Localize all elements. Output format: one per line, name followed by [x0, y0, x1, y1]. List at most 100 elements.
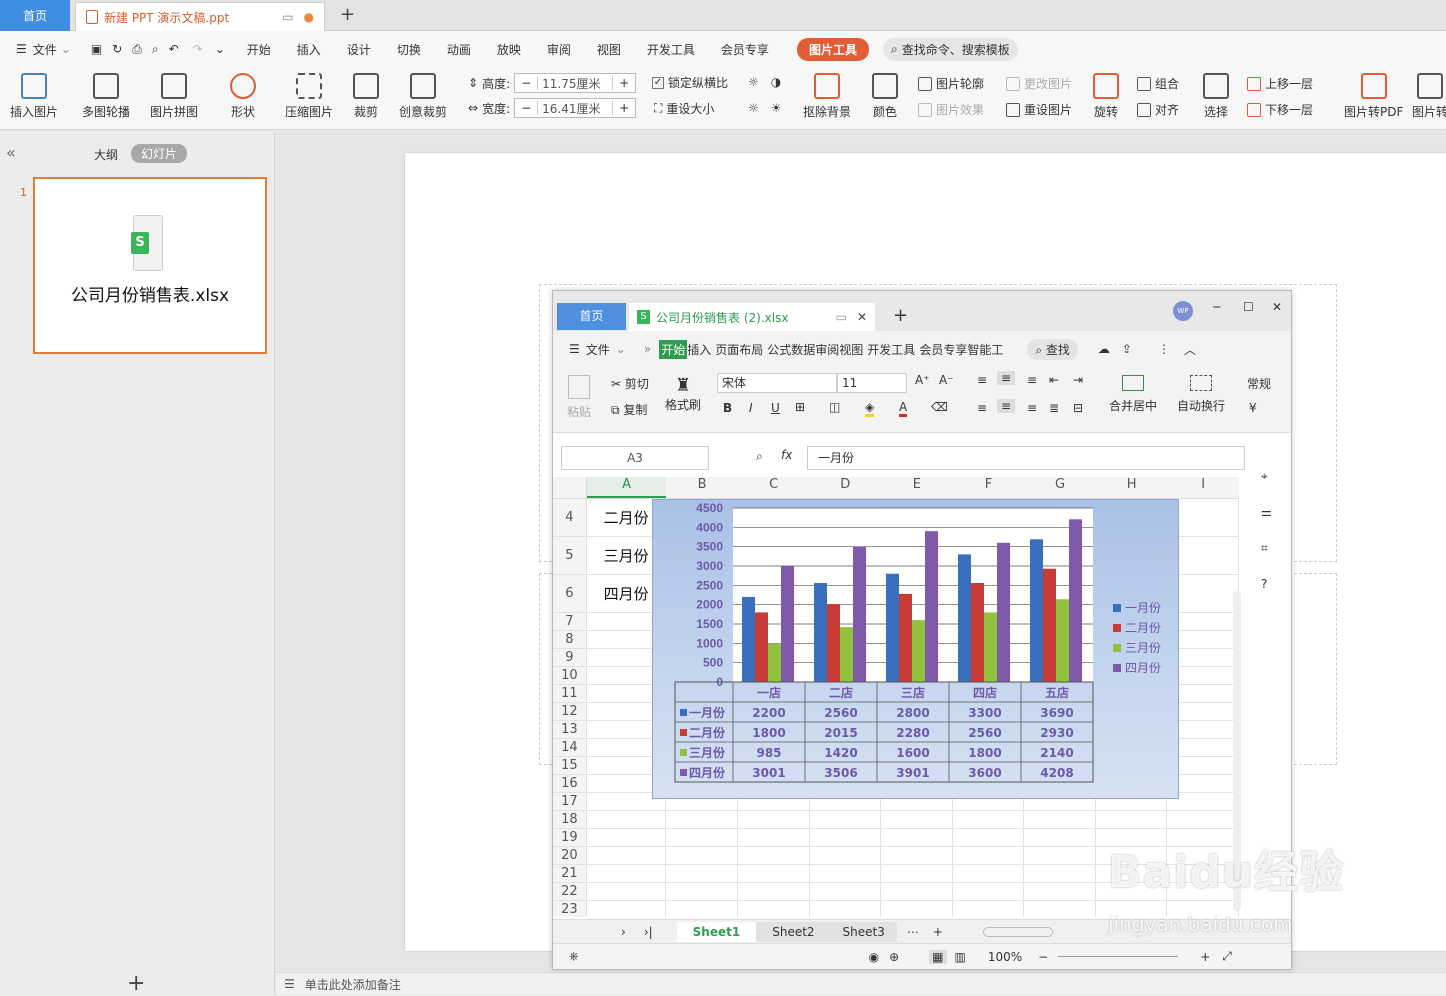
menu-file[interactable]: 文件: [33, 41, 57, 58]
cell[interactable]: [810, 865, 882, 882]
creative-crop-button[interactable]: 创意裁剪: [399, 73, 447, 120]
font-color-icon[interactable]: A: [899, 400, 908, 417]
undo-icon[interactable]: ↶: [169, 42, 179, 56]
menu-item-member[interactable]: 会员专享: [721, 41, 769, 58]
maximize-icon[interactable]: ☐: [1243, 300, 1254, 314]
excel-menu-review[interactable]: 审阅: [815, 341, 839, 358]
close-tab-icon[interactable]: ✕: [857, 310, 867, 324]
sheet-tab-1[interactable]: Sheet1: [676, 921, 757, 942]
shape-button[interactable]: 形状: [230, 73, 256, 120]
column-header-i[interactable]: I: [1167, 477, 1239, 498]
cell[interactable]: [666, 901, 738, 917]
excel-menu-file[interactable]: 文件: [586, 341, 610, 358]
cell[interactable]: [881, 847, 953, 864]
slide-thumbnail[interactable]: S 公司月份销售表.xlsx: [33, 177, 267, 354]
cell[interactable]: [666, 883, 738, 900]
align-button[interactable]: 对齐: [1137, 101, 1179, 118]
zoom-out-icon[interactable]: −: [1038, 950, 1048, 964]
minimize-icon[interactable]: ─: [1213, 300, 1220, 314]
horizontal-scrollbar[interactable]: [982, 926, 1053, 937]
sales-chart[interactable]: 4500 4000 3500 3000 2500 2000 1500 1000 500 0 一店 二店…: [652, 499, 1179, 799]
cell[interactable]: [810, 829, 882, 846]
menu-item-picture-tools[interactable]: 图片工具: [796, 37, 869, 61]
multi-carousel-button[interactable]: 多图轮播: [82, 73, 130, 120]
cell[interactable]: [953, 865, 1025, 882]
collapse-icon[interactable]: «: [6, 143, 16, 162]
cell[interactable]: [953, 811, 1025, 828]
settings-slider-icon[interactable]: ⚌: [1261, 505, 1272, 519]
picture-effect-button[interactable]: 图片效果: [918, 101, 984, 118]
bold-icon[interactable]: B: [723, 401, 732, 415]
row-header[interactable]: 20: [553, 847, 587, 864]
cell[interactable]: [738, 847, 810, 864]
cell-a[interactable]: [587, 901, 667, 917]
change-picture-button[interactable]: 更改图片: [1006, 75, 1072, 92]
cell[interactable]: [810, 883, 882, 900]
picture-to-pdf-button[interactable]: 图片转PDF: [1344, 73, 1403, 120]
cell[interactable]: [738, 865, 810, 882]
paste-button[interactable]: 粘贴: [567, 375, 591, 420]
cell[interactable]: [953, 883, 1025, 900]
send-backward-button[interactable]: 下移一层: [1247, 101, 1313, 118]
indent-icon[interactable]: ⇥: [1073, 373, 1083, 387]
more-options-icon[interactable]: ⋮: [1158, 342, 1170, 356]
cell[interactable]: [738, 883, 810, 900]
column-header-d[interactable]: D: [810, 477, 882, 498]
help-icon[interactable]: ?: [1261, 577, 1267, 591]
excel-menu-insert[interactable]: 插入: [687, 341, 711, 358]
width-stepper[interactable]: −16.41厘米 +: [514, 98, 637, 118]
row-header[interactable]: 6: [553, 575, 587, 612]
cell[interactable]: [1167, 811, 1239, 828]
cloud-icon[interactable]: ☁: [1098, 342, 1110, 356]
column-header-g[interactable]: G: [1024, 477, 1096, 498]
print-icon[interactable]: ⎙: [132, 42, 142, 57]
excel-menu-layout[interactable]: 页面布局: [715, 341, 763, 358]
export-icon[interactable]: ↻: [112, 42, 122, 56]
border-icon[interactable]: ⊞: [795, 400, 805, 414]
reset-picture-button[interactable]: 重设图片: [1006, 101, 1072, 118]
select-all-corner[interactable]: [553, 477, 587, 498]
eraser-icon[interactable]: ⌫: [931, 400, 948, 414]
row-header[interactable]: 5: [553, 537, 587, 574]
zoom-icon[interactable]: ⌕: [756, 449, 763, 464]
cell[interactable]: [666, 865, 738, 882]
layout-icon[interactable]: ⊕: [889, 950, 899, 964]
sheet-tab-3[interactable]: Sheet3: [830, 921, 897, 942]
picture-collage-button[interactable]: 图片拼图: [150, 73, 198, 120]
group-button[interactable]: 组合: [1137, 75, 1179, 92]
underline-icon[interactable]: U: [771, 401, 780, 415]
monitor-icon[interactable]: ▭: [282, 10, 293, 24]
more-sheets-icon[interactable]: ⋯: [907, 925, 919, 939]
document-tab[interactable]: 新建 PPT 演示文稿.ppt ▭ ●: [75, 2, 325, 31]
next-sheet-icon[interactable]: ›: [621, 925, 626, 939]
add-sheet-icon[interactable]: +: [933, 925, 943, 939]
cell[interactable]: [881, 901, 953, 917]
align-left-icon[interactable]: ≡: [977, 401, 987, 415]
row-header[interactable]: 17: [553, 793, 587, 810]
compress-button[interactable]: 压缩图片: [285, 73, 333, 120]
excel-new-tab-button[interactable]: +: [893, 305, 908, 326]
cell-a[interactable]: [587, 829, 667, 846]
excel-menu-member[interactable]: 会员专享: [919, 341, 967, 358]
cell-reference-box[interactable]: A3: [561, 446, 709, 470]
align-middle-icon[interactable]: ≡: [997, 371, 1016, 385]
cell[interactable]: [738, 829, 810, 846]
row-header[interactable]: 9: [553, 649, 587, 666]
column-header-e[interactable]: E: [881, 477, 953, 498]
fill-style-icon[interactable]: ◫: [829, 400, 840, 414]
remove-background-button[interactable]: 抠除背景: [803, 73, 851, 120]
outdent-icon[interactable]: ⇤: [1049, 373, 1059, 387]
cell[interactable]: [738, 811, 810, 828]
fill-color-icon[interactable]: ◈: [865, 400, 875, 417]
excel-search[interactable]: ⌕ 查找: [1027, 338, 1078, 360]
excel-menu-developer[interactable]: 开发工具: [867, 341, 915, 358]
align-top-icon[interactable]: ≡: [977, 373, 987, 387]
cell[interactable]: [738, 901, 810, 917]
collapse-ribbon-icon[interactable]: ︿: [1184, 341, 1196, 358]
fx-icon[interactable]: fx: [781, 448, 792, 462]
cell[interactable]: [881, 865, 953, 882]
cut-button[interactable]: ✂ 剪切: [611, 375, 649, 392]
plus-icon[interactable]: +: [612, 101, 635, 115]
eye-protect-icon[interactable]: ◉: [869, 950, 879, 964]
excel-menu-formula[interactable]: 公式: [767, 341, 791, 358]
